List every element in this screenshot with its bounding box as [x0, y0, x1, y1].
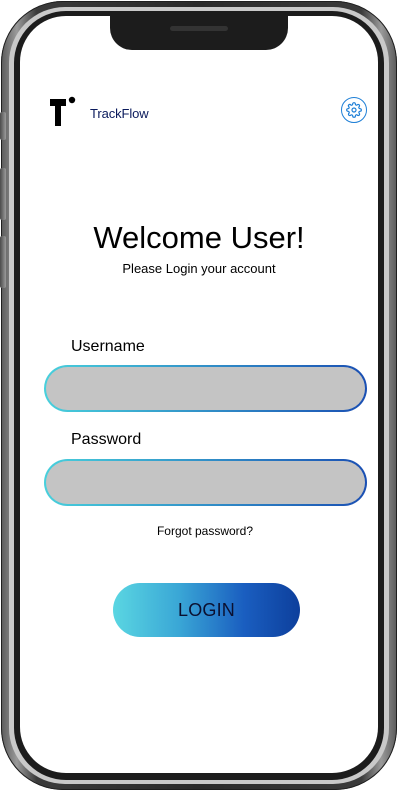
password-label: Password: [71, 431, 142, 448]
login-screenshot: TrackFlow Welcome User! Please Login you…: [0, 0, 398, 792]
forgot-password-link[interactable]: Forgot password?: [20, 524, 378, 538]
password-input[interactable]: [44, 459, 367, 506]
phone-notch: [110, 16, 288, 50]
welcome-subtitle: Please Login your account: [122, 261, 276, 276]
login-button[interactable]: LOGIN: [113, 583, 300, 637]
trackflow-logo-icon: [50, 96, 76, 126]
username-input[interactable]: [44, 365, 367, 412]
mute-switch: [0, 112, 6, 140]
speaker-grille: [170, 26, 228, 31]
volume-up-button: [0, 168, 6, 220]
welcome-title: Welcome User!: [93, 220, 305, 255]
brand-name: TrackFlow: [90, 106, 149, 121]
settings-button[interactable]: [341, 97, 367, 123]
gear-icon: [346, 102, 362, 118]
volume-down-button: [0, 236, 6, 288]
username-label: Username: [71, 338, 145, 355]
phone-screen: TrackFlow Welcome User! Please Login you…: [20, 16, 378, 773]
